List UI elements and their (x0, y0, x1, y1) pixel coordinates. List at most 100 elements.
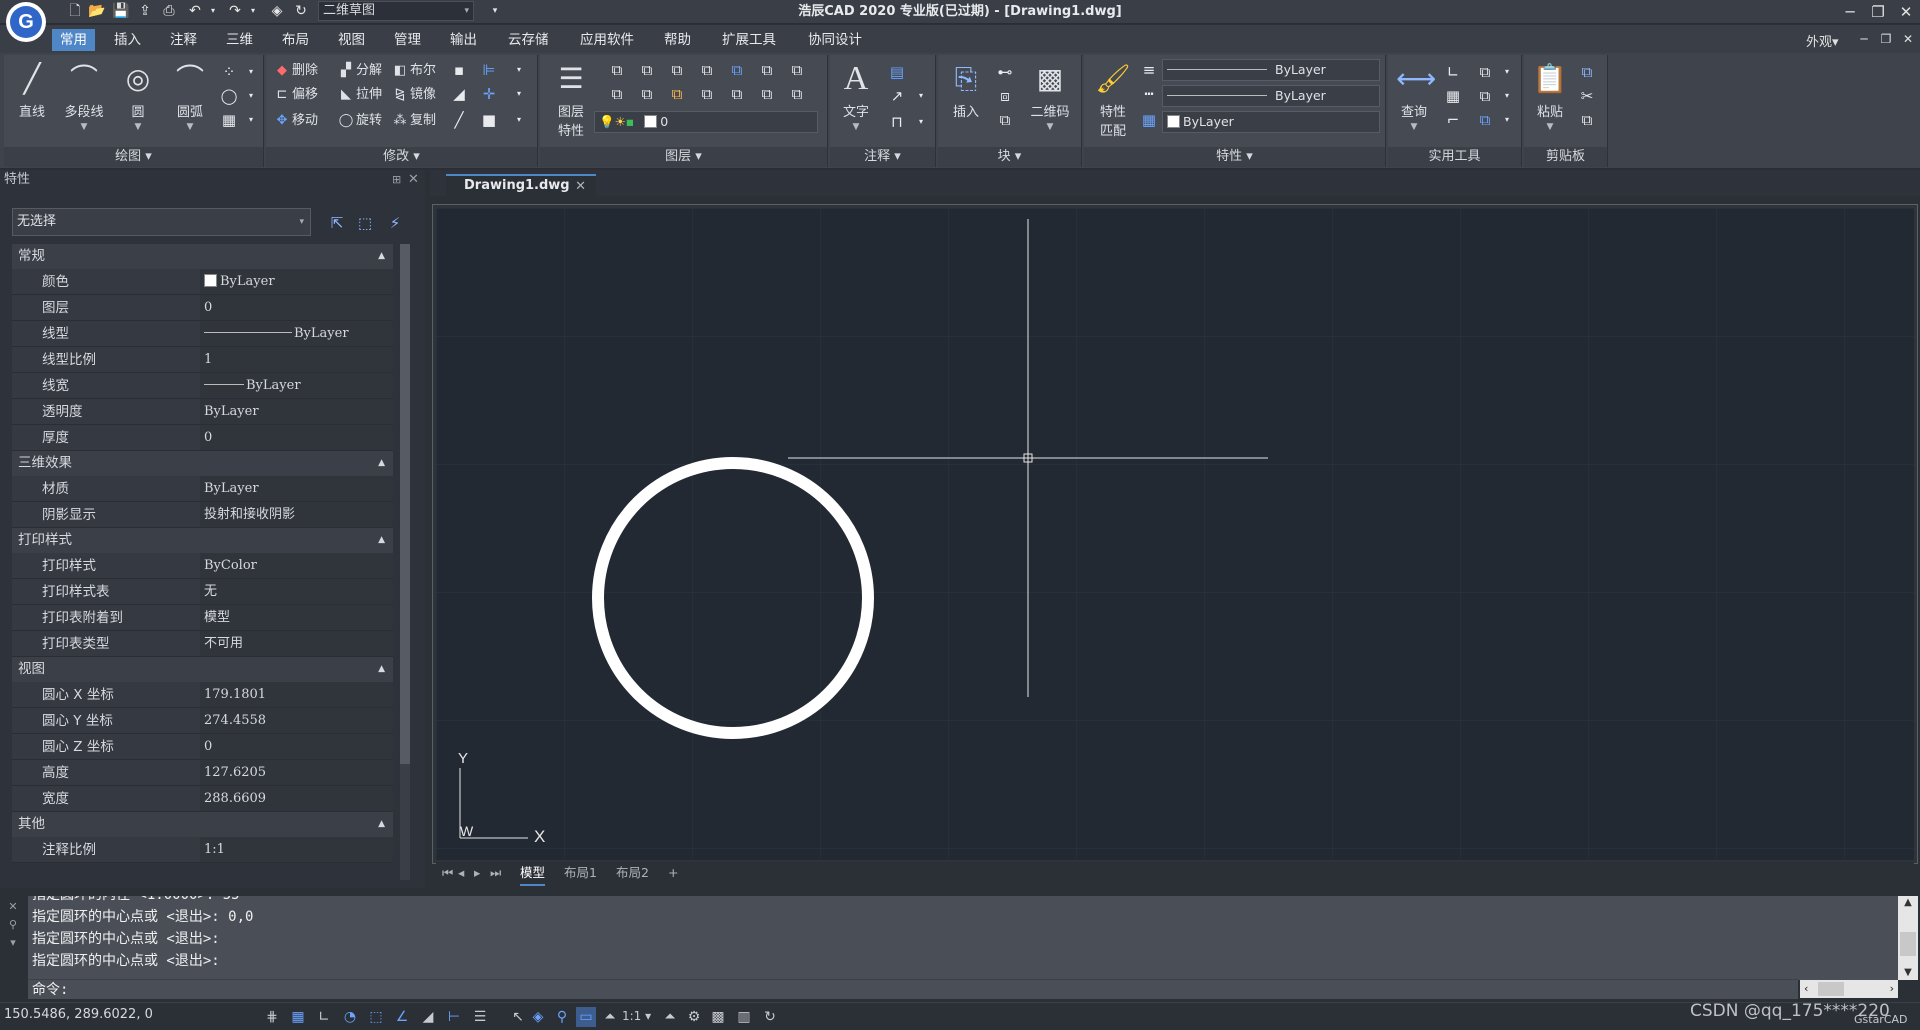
copy-button[interactable]: ⁂ 复制 (392, 111, 437, 131)
redo-dropdown-icon[interactable]: ▾ (244, 2, 262, 20)
property-row[interactable]: 厚度 0 (12, 425, 393, 451)
collapse-icon[interactable]: ▲ (378, 657, 385, 682)
annotation-autoscale-icon[interactable]: ⏶ (660, 1007, 680, 1027)
tab-layout2[interactable]: 布局2 (616, 862, 649, 884)
object-snap-tracking-icon[interactable]: ∠ (392, 1007, 412, 1027)
align-icon[interactable]: ⊫ (478, 59, 500, 81)
menu-output[interactable]: 输出 (442, 29, 485, 51)
menu-apps[interactable]: 应用软件 (572, 29, 642, 51)
palette-scrollbar[interactable] (400, 244, 410, 880)
prev-layout-icon[interactable]: ◂ (458, 862, 464, 884)
doc-close-button[interactable]: ✕ (1894, 27, 1920, 51)
close-tab-icon[interactable]: ✕ (575, 177, 586, 196)
filter-icon[interactable]: ⧉ (1474, 109, 1496, 131)
layer-tool-icon[interactable]: ⧉ (606, 83, 628, 105)
ellipse-icon[interactable]: ◯ (218, 85, 240, 107)
calculator-icon[interactable]: ▦ (1442, 85, 1464, 107)
category-header[interactable]: 三维效果 ▲ (12, 451, 393, 476)
menu-manage[interactable]: 管理 (386, 29, 429, 51)
array-icon[interactable]: ▪ (448, 59, 470, 81)
select-objects-icon[interactable]: ⬚ (354, 212, 376, 234)
annotation-scale[interactable]: 1:1 ▾ (622, 1009, 651, 1023)
color-select[interactable]: ByLayer (1162, 111, 1380, 133)
pin-icon[interactable]: ⊞ (392, 170, 401, 190)
refresh-icon[interactable]: ↻ (292, 2, 310, 20)
query-button[interactable]: ⟷ 查询 ▼ (1394, 61, 1436, 132)
redo-icon[interactable]: ↷ (226, 2, 244, 20)
clean-screen-icon[interactable]: ▥ (734, 1007, 754, 1027)
property-value[interactable]: 0 (200, 425, 393, 450)
workspace-select[interactable]: 二维草图 ▾ (318, 1, 474, 21)
drawing-canvas[interactable]: Y X W (436, 208, 1914, 860)
property-value[interactable]: 1 (200, 347, 393, 372)
customize-qat-icon[interactable]: ▾ (486, 2, 504, 20)
block-panel-title[interactable]: 块 ▾ (938, 147, 1081, 167)
undo-dropdown-icon[interactable]: ▾ (204, 2, 222, 20)
trim-icon[interactable]: ✛ (478, 83, 500, 105)
property-row[interactable]: 阴影显示 投射和接收阴影 (12, 502, 393, 528)
dimension-icon[interactable]: ↗ (886, 85, 908, 107)
ortho-icon[interactable]: ∟ (314, 1007, 334, 1027)
circle-button[interactable]: ◎ 圆 ▼ (118, 61, 158, 132)
minimize-button[interactable]: ─ (1836, 0, 1864, 24)
collapse-icon[interactable]: ▲ (378, 451, 385, 476)
menu-help[interactable]: 帮助 (656, 29, 699, 51)
selection-cycling-icon[interactable]: ↖ (508, 1007, 528, 1027)
property-value[interactable]: 投射和接收阴影 (200, 502, 393, 527)
property-value[interactable]: ByLayer (200, 399, 393, 424)
property-row[interactable]: 颜色 ByLayer (12, 269, 393, 295)
chevron-down-icon[interactable]: ▾ (240, 61, 262, 83)
property-value[interactable]: 0 (200, 295, 393, 320)
property-row[interactable]: 线型比例 1 (12, 347, 393, 373)
scroll-left-icon[interactable]: ‹ (1804, 980, 1808, 998)
menu-cloud[interactable]: 云存储 (500, 29, 557, 51)
select-icon[interactable]: ⧉ (1474, 61, 1496, 83)
print-icon[interactable]: ⎙ (160, 2, 178, 20)
copy-clip-icon[interactable]: ⧉ (1576, 61, 1598, 83)
first-layout-icon[interactable]: ⏮ (442, 862, 453, 884)
scroll-right-icon[interactable]: › (1890, 980, 1894, 998)
quick-select-icon[interactable]: ⧉ (1474, 85, 1496, 107)
layer-tool-icon[interactable]: ⧉ (786, 59, 808, 81)
scale-icon[interactable]: ╱ (448, 109, 470, 131)
menu-annotate[interactable]: 注释 (162, 29, 205, 51)
isodraft-icon[interactable]: ⬚ (366, 1007, 386, 1027)
property-row[interactable]: 图层 0 (12, 295, 393, 321)
properties-panel-title[interactable]: 特性 ▾ (1084, 147, 1385, 167)
polyline-button[interactable]: ⌒ 多段线 ▼ (64, 61, 104, 132)
category-header[interactable]: 其他 ▲ (12, 812, 393, 837)
property-value[interactable]: 179.1801 (200, 682, 393, 707)
menu-collab[interactable]: 协同设计 (800, 29, 870, 51)
cut-icon[interactable]: ✂ (1576, 85, 1598, 107)
property-value[interactable]: 无 (200, 579, 393, 604)
zoom-icon[interactable]: ⚲ (552, 1007, 572, 1027)
view-mode-select[interactable]: 外观▾ (1806, 31, 1839, 50)
property-value[interactable]: 1:1 (200, 837, 393, 862)
menu-view[interactable]: 视图 (330, 29, 373, 51)
layer-tool-icon[interactable]: ⧉ (696, 83, 718, 105)
save-icon[interactable]: 💾 (112, 2, 130, 20)
clipboard-panel-title[interactable]: 剪贴板 (1524, 147, 1607, 167)
layer-tool-icon[interactable]: ⧉ (696, 59, 718, 81)
menu-insert[interactable]: 插入 (106, 29, 149, 51)
command-input[interactable]: 命令: (28, 979, 1798, 999)
add-layout-button[interactable]: + (668, 862, 678, 884)
qrcode-button[interactable]: ▩ 二维码 ▼ (1024, 61, 1076, 132)
category-header[interactable]: 视图 ▲ (12, 657, 393, 682)
property-value[interactable]: ByLayer (200, 476, 393, 501)
menu-layout[interactable]: 布局 (274, 29, 317, 51)
command-scrollbar[interactable]: ▲ ▼ (1898, 896, 1918, 980)
next-layout-icon[interactable]: ▸ (474, 862, 480, 884)
new-file-icon[interactable]: 🗋 (66, 2, 84, 20)
move-button[interactable]: ✥ 移动 (274, 111, 318, 131)
arc-button[interactable]: ⌒ 圆弧 ▼ (170, 61, 210, 132)
chevron-down-icon[interactable]: ▾ (508, 83, 530, 105)
property-row[interactable]: 宽度 288.6609 (12, 786, 393, 812)
layers-icon[interactable]: ◈ (268, 2, 286, 20)
property-row[interactable]: 注释比例 1:1 (12, 837, 393, 863)
layer-tool-icon[interactable]: ⧉ (636, 83, 658, 105)
model-space-icon[interactable]: ▭ (576, 1007, 596, 1027)
save-as-icon[interactable]: ⇪ (136, 2, 154, 20)
property-row[interactable]: 高度 127.6205 (12, 760, 393, 786)
close-button[interactable]: ✕ (1892, 0, 1920, 24)
